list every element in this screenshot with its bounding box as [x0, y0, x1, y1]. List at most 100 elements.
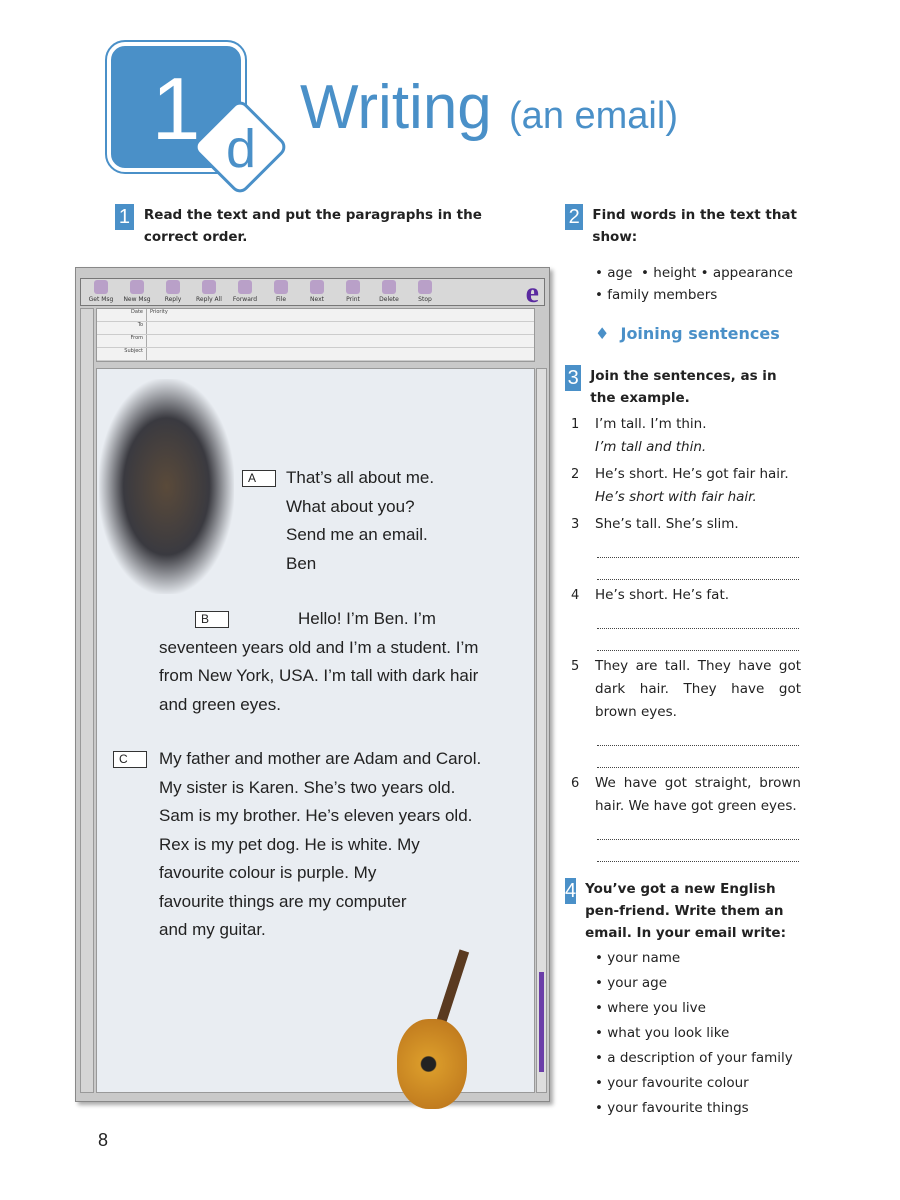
order-box-a[interactable]: A: [242, 470, 276, 487]
answer-line[interactable]: [597, 546, 799, 558]
email-line: Send me an email.: [286, 525, 428, 544]
toolbar-button[interactable]: New Msg: [123, 280, 151, 304]
answer-line[interactable]: [597, 617, 799, 629]
email-line: My sister is Karen. She’s two years old.: [159, 777, 456, 797]
list-item: age: [607, 265, 633, 281]
left-scrollbar[interactable]: [80, 308, 94, 1093]
toolbar-icon: [418, 280, 432, 294]
list-item: family members: [607, 287, 718, 303]
list-item: your favourite colour: [595, 1071, 805, 1096]
unit-letter: d: [225, 119, 257, 179]
exercise-item: 6 We have got straight, brown hair. We ha…: [571, 772, 805, 862]
toolbar-button[interactable]: Delete: [375, 280, 403, 304]
list-item: where you live: [595, 996, 805, 1021]
item-question: He’s short. He’s fat.: [595, 587, 730, 603]
item-number: 4: [571, 588, 580, 603]
answer-line[interactable]: [597, 850, 799, 862]
list-item: what you look like: [595, 1021, 805, 1046]
title-sub: (an email): [509, 95, 678, 137]
page-title: Writing (an email): [300, 72, 678, 143]
toolbar-button[interactable]: File: [267, 280, 295, 304]
exercise-number: 1: [115, 204, 134, 230]
scroll-thumb[interactable]: [539, 972, 544, 1072]
paragraph-a: A That’s all about me. What about you? Sen…: [242, 464, 434, 578]
email-line: Sam is my brother. He’s eleven years old…: [159, 806, 473, 825]
exercise-item: 4 He’s short. He’s fat.: [571, 584, 805, 651]
order-box-b[interactable]: B: [195, 611, 229, 628]
toolbar-icon: [94, 280, 108, 294]
toolbar-icon: [382, 280, 396, 294]
guitar-image: [397, 949, 472, 1109]
page-number: 8: [98, 1130, 109, 1150]
section-heading: ♦ Joining sentences: [595, 324, 805, 343]
toolbar-icon: [202, 280, 216, 294]
email-line: seventeen years old and I’m a student. I…: [159, 637, 479, 657]
item-answer: He’s short with fair hair.: [595, 489, 757, 505]
toolbar-button[interactable]: Stop: [411, 280, 439, 304]
email-body: A That’s all about me. What about you? Sen…: [96, 368, 535, 1109]
item-number: 3: [571, 517, 580, 532]
answer-line[interactable]: [597, 734, 799, 746]
to-field-label: To: [97, 322, 147, 334]
toolbar-icon: [130, 280, 144, 294]
toolbar-button[interactable]: Forward: [231, 280, 259, 304]
answer-line[interactable]: [597, 756, 799, 768]
exercise-instruction: Find words in the text that show:: [592, 207, 797, 245]
paragraph-c: C My father and mother are Adam and Caro…: [113, 745, 481, 945]
answer-line[interactable]: [597, 568, 799, 580]
toolbar-label: Reply All: [196, 296, 222, 303]
answer-line[interactable]: [597, 828, 799, 840]
column-date[interactable]: Date: [97, 309, 147, 321]
exercise-item: 5 They are tall. They have got dark hair.…: [571, 655, 805, 768]
exercise-number: 4: [565, 878, 577, 904]
exercise-number: 3: [565, 365, 582, 391]
exercise-1: 1 Read the text and put the paragraphs i…: [115, 204, 527, 248]
toolbar-button[interactable]: Print: [339, 280, 367, 304]
column-priority[interactable]: Priority: [147, 309, 197, 321]
email-line: My father and mother are Adam and Carol.: [159, 749, 482, 768]
email-line: That’s all about me.: [286, 468, 435, 487]
right-column: 2 Find words in the text that show: • age…: [565, 204, 805, 1121]
email-line: Ben: [286, 553, 317, 573]
email-app-logo-icon: e: [525, 276, 539, 309]
ex2-list: • age • height • appearance • family mem…: [595, 265, 793, 303]
list-item: a description of your family: [595, 1046, 805, 1071]
exercise-instruction: Join the sentences, as in the example.: [590, 368, 777, 406]
title-main: Writing: [300, 73, 492, 142]
toolbar-label: Get Msg: [88, 296, 114, 303]
item-question: She’s tall. She’s slim.: [595, 516, 739, 532]
item-question: I’m tall. I’m thin.: [595, 416, 707, 432]
item-question: They are tall. They have got dark hair. …: [595, 658, 801, 720]
exercise-item: 1 I’m tall. I’m thin. I’m tall and thin.: [571, 413, 805, 459]
toolbar-button[interactable]: Get Msg: [87, 280, 115, 304]
toolbar-label: Stop: [418, 296, 432, 303]
exercise-item: 2 He’s short. He’s got fair hair. He’s sho…: [571, 463, 805, 509]
toolbar-label: Reply: [164, 296, 182, 303]
item-question: He’s short. He’s got fair hair.: [595, 466, 789, 482]
email-line: and my guitar.: [159, 920, 266, 939]
exercise-number: 2: [565, 204, 584, 230]
email-line: favourite colour is purple. My: [159, 863, 377, 882]
email-window: Get Msg New Msg Reply Reply All Forward File N…: [75, 267, 550, 1109]
list-item: your favourite things: [595, 1096, 805, 1121]
exercise-item: 3 She’s tall. She’s slim.: [571, 513, 805, 580]
toolbar-button[interactable]: Reply All: [195, 280, 223, 304]
toolbar-button[interactable]: Reply: [159, 280, 187, 304]
toolbar-label: New Msg: [123, 296, 151, 303]
list-item: appearance: [712, 265, 793, 281]
toolbar-icon: [310, 280, 324, 294]
photo-ben: [99, 379, 234, 594]
item-number: 5: [571, 659, 580, 674]
email-header-fields: Date Priority To From Subject: [96, 308, 535, 362]
item-question: We have got straight, brown hair. We hav…: [595, 775, 801, 814]
order-box-c[interactable]: C: [113, 751, 147, 768]
toolbar-icon: [166, 280, 180, 294]
toolbar-icon: [274, 280, 288, 294]
from-field-label: From: [97, 335, 147, 347]
list-item: your name: [595, 946, 805, 971]
toolbar-button[interactable]: Next: [303, 280, 331, 304]
email-scrollbar[interactable]: [536, 368, 547, 1093]
subject-field-label: Subject: [97, 348, 147, 360]
answer-line[interactable]: [597, 639, 799, 651]
email-line: and green eyes.: [159, 694, 281, 714]
